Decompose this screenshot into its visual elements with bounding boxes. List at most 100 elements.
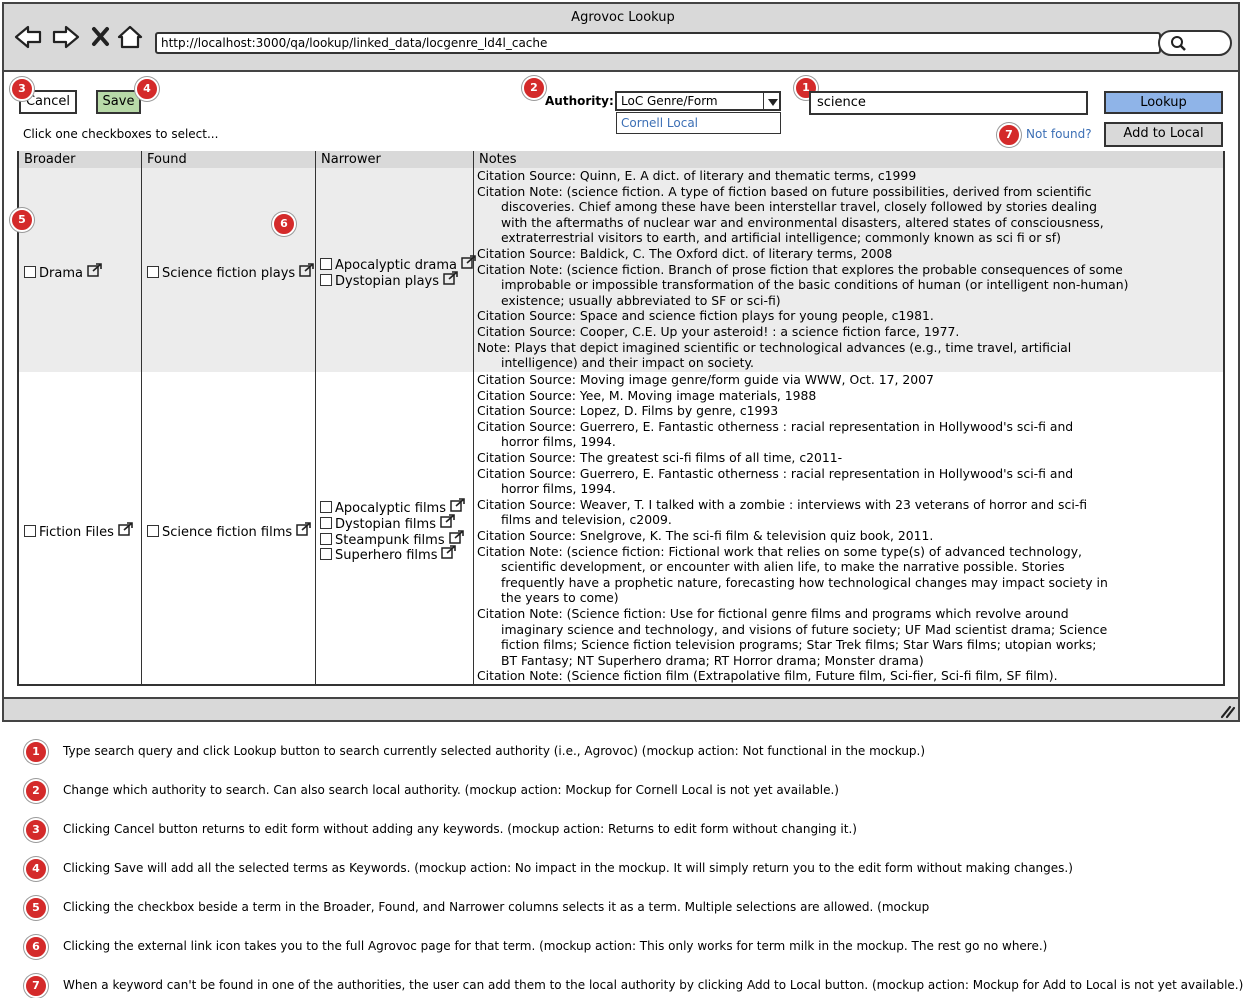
legend-text: Clicking Save will add all the selected … [63, 861, 1073, 875]
note-line: with the aftermaths of nuclear war and e… [501, 214, 1104, 230]
term-item: Science fiction films [147, 522, 312, 540]
column-header-narrower: Narrower [316, 151, 474, 168]
close-icon[interactable] [92, 27, 109, 46]
column-header-broader: Broader [19, 151, 142, 168]
term-label: Dystopian plays [335, 274, 440, 289]
term-checkbox[interactable] [147, 266, 159, 278]
note-line: scientific development, or encounter wit… [501, 559, 1065, 575]
term-item: Dystopian plays [320, 271, 459, 289]
term-item: Science fiction plays [147, 263, 315, 281]
note-line: horror films, 1994. [501, 481, 616, 497]
note-line: extraterrestrial visitors to earth, and … [501, 230, 1061, 246]
note-line: Citation Note: (Science fiction: Use for… [477, 605, 1069, 621]
note-line: Citation Source: Snelgrove, K. The sci-f… [477, 527, 934, 543]
legend-text: When a keyword can't be found in one of … [63, 978, 1243, 992]
authority-dropdown-menu: Cornell Local [616, 112, 781, 134]
authority-selected-value: LoC Genre/Form [621, 94, 718, 108]
lookup-button[interactable]: Lookup [1104, 91, 1223, 114]
legend-badge: 3 [24, 818, 48, 842]
external-link-icon[interactable] [443, 271, 459, 289]
note-line: Citation Source: Lopez, D. Films by genr… [477, 403, 779, 419]
legend-badge: 5 [24, 896, 48, 920]
note-line: films and television, c2009. [501, 512, 672, 528]
notes-cell: Citation Source: Moving image genre/form… [477, 372, 1108, 684]
note-line: intelligence) and their impact on societ… [501, 355, 754, 371]
note-line: imaginary science and technology, and vi… [501, 621, 1108, 637]
term-checkbox[interactable] [24, 525, 36, 537]
note-line: Citation Source: Quinn, E. A dict. of li… [477, 168, 917, 183]
callout-badge-4: 4 [135, 77, 159, 101]
note-line: Citation Source: Cooper, C.E. Up your as… [477, 323, 960, 339]
resize-grip-icon[interactable] [1218, 703, 1236, 719]
search-input[interactable]: science [809, 91, 1088, 115]
note-line: Citation Source: Yee, M. Moving image ma… [477, 387, 817, 403]
search-icon [1171, 36, 1186, 51]
term-checkbox[interactable] [320, 548, 332, 560]
term-item: Fiction Files [24, 522, 134, 540]
term-label: Drama [39, 266, 83, 281]
external-link-icon[interactable] [87, 263, 103, 281]
note-line: BT Fantasy; NT Superhero drama; RT Horro… [501, 652, 924, 668]
legend-badge: 4 [24, 857, 48, 881]
external-link-icon[interactable] [299, 263, 315, 281]
external-link-icon[interactable] [118, 522, 134, 540]
add-to-local-button[interactable]: Add to Local [1104, 122, 1223, 147]
home-icon[interactable] [117, 25, 143, 49]
term-label: Science fiction films [162, 525, 293, 540]
term-checkbox[interactable] [320, 258, 332, 270]
instructions-text: Click one checkboxes to select... [23, 127, 219, 141]
not-found-link[interactable]: Not found? [1026, 127, 1092, 141]
legend-text: Type search query and click Lookup butto… [63, 744, 926, 758]
authority-select[interactable]: LoC Genre/Form [615, 91, 781, 111]
term-checkbox[interactable] [320, 517, 332, 529]
term-checkbox[interactable] [320, 274, 332, 286]
note-line: horror films, 1994. [501, 434, 616, 450]
note-line: Note: Plays that depict imagined scienti… [477, 339, 1072, 355]
column-header-notes: Notes [474, 151, 1223, 168]
external-link-icon[interactable] [441, 545, 457, 563]
note-line: Citation Source: Space and science ficti… [477, 308, 934, 324]
term-checkbox[interactable] [320, 501, 332, 513]
external-link-icon[interactable] [296, 522, 312, 540]
term-label: Fiction Files [39, 525, 114, 540]
note-line: the years to come) [501, 590, 619, 606]
external-link-icon[interactable] [461, 255, 477, 273]
browser-statusbar [2, 697, 1240, 722]
term-label: Superhero films [335, 548, 438, 563]
term-checkbox[interactable] [147, 525, 159, 537]
browser-search-field[interactable] [1158, 30, 1232, 56]
legend-badge: 2 [24, 779, 48, 803]
note-line: Citation Note: (science fiction. Branch … [477, 261, 1123, 277]
note-line: Citation Source: Baldick, C. The Oxford … [477, 245, 893, 261]
authority-option-cornell-local[interactable]: Cornell Local [621, 116, 698, 130]
note-line: frequently have a prophetic nature, fore… [501, 574, 1108, 590]
chevron-down-icon [768, 99, 778, 106]
term-checkbox[interactable] [24, 266, 36, 278]
term-checkbox[interactable] [320, 533, 332, 545]
legend-text: Change which authority to search. Can al… [63, 783, 839, 797]
note-line: Citation Source: Moving image genre/form… [477, 372, 934, 387]
legend-badge: 1 [24, 740, 48, 764]
note-line: Citation Source: Guerrero, E. Fantastic … [477, 418, 1074, 434]
note-line: improbable or impossible transformation … [501, 277, 1129, 293]
note-line: Citation Source: The greatest sci-fi fil… [477, 449, 843, 465]
callout-badge-2: 2 [522, 76, 546, 100]
back-icon[interactable] [14, 25, 42, 49]
note-line: Citation Note: (science fiction: Fiction… [477, 543, 1082, 559]
legend-text: Clicking the external link icon takes yo… [63, 939, 1048, 953]
note-line: Citation Note: (Science fiction film (Ex… [477, 668, 1058, 684]
term-label: Science fiction plays [162, 266, 296, 281]
note-line: discoveries. Chief among these have been… [501, 199, 1097, 215]
note-line: Citation Source: Guerrero, E. Fantastic … [477, 465, 1074, 481]
legend-badge: 7 [24, 974, 48, 998]
legend-text: Clicking the checkbox beside a term in t… [63, 900, 930, 914]
address-bar[interactable]: http://localhost:3000/qa/lookup/linked_d… [155, 32, 1161, 54]
callout-badge-6: 6 [272, 212, 296, 236]
forward-icon[interactable] [52, 25, 80, 49]
notes-cell: Citation Source: Quinn, E. A dict. of li… [477, 168, 1128, 371]
authority-label: Authority: [545, 94, 614, 108]
save-button[interactable]: Save [96, 90, 141, 114]
legend-text: Clicking Cancel button returns to edit f… [63, 822, 857, 836]
note-line: Citation Note: (science fiction. A type … [477, 183, 1092, 199]
note-line: Citation Source: Weaver, T. I talked wit… [477, 496, 1088, 512]
